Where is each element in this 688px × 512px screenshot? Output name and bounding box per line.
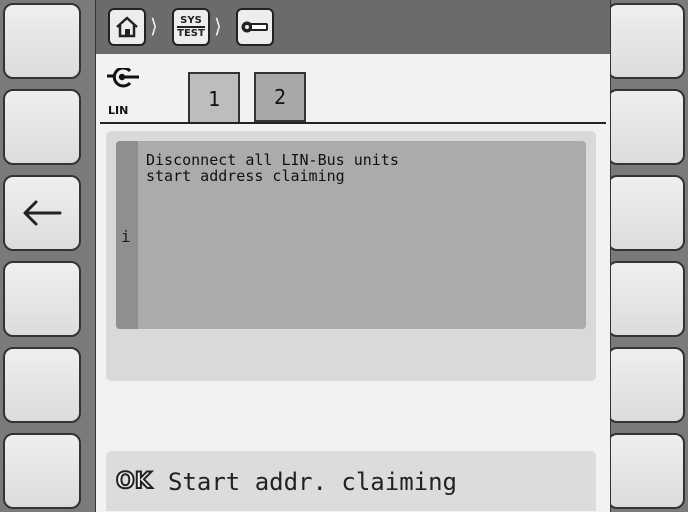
tab-1[interactable]: 1	[188, 72, 240, 124]
softkey-right-6[interactable]	[607, 433, 685, 509]
ok-icon: OK	[115, 468, 153, 495]
info-icon: i	[121, 227, 131, 246]
content-panel: i Disconnect all LIN-Bus units start add…	[106, 131, 596, 381]
home-icon	[116, 16, 138, 38]
softkey-left-1[interactable]	[3, 3, 81, 79]
action-label: Start addr. claiming	[168, 468, 457, 496]
breadcrumb-key[interactable]	[236, 8, 274, 46]
softkey-left-6[interactable]	[3, 433, 81, 509]
sys-test-line2: TEST	[177, 28, 205, 39]
breadcrumb-sys-test[interactable]: SYS TEST	[172, 8, 210, 46]
tab-2[interactable]: 2	[254, 72, 306, 122]
sys-test-line1: SYS	[177, 15, 205, 28]
breadcrumb-separator: ⟩	[150, 14, 158, 38]
main-screen: ⟩ SYS TEST ⟩ LIN 1 2 i Disconnect all LI…	[95, 0, 611, 512]
softkey-left-4[interactable]	[3, 261, 81, 337]
tab-divider	[100, 122, 606, 124]
softkey-right-1[interactable]	[607, 3, 685, 79]
message-box: i Disconnect all LIN-Bus units start add…	[116, 141, 586, 329]
softkey-right-2[interactable]	[607, 89, 685, 165]
lin-label: LIN	[108, 104, 129, 117]
softkey-left-5[interactable]	[3, 347, 81, 423]
back-arrow-icon	[23, 200, 62, 226]
breadcrumb-separator: ⟩	[214, 14, 222, 38]
breadcrumb-home[interactable]	[108, 8, 146, 46]
back-button[interactable]	[3, 175, 81, 251]
softkey-right-4[interactable]	[607, 261, 685, 337]
message-line-2: start address claiming	[146, 167, 345, 185]
softkey-left-2[interactable]	[3, 89, 81, 165]
softkey-right-3[interactable]	[607, 175, 685, 251]
start-addr-claiming-button[interactable]: OK Start addr. claiming	[106, 451, 596, 511]
softkey-right-5[interactable]	[607, 347, 685, 423]
breadcrumb: ⟩ SYS TEST ⟩	[96, 0, 610, 54]
key-icon	[241, 21, 268, 33]
sys-test-icon: SYS TEST	[177, 15, 205, 39]
